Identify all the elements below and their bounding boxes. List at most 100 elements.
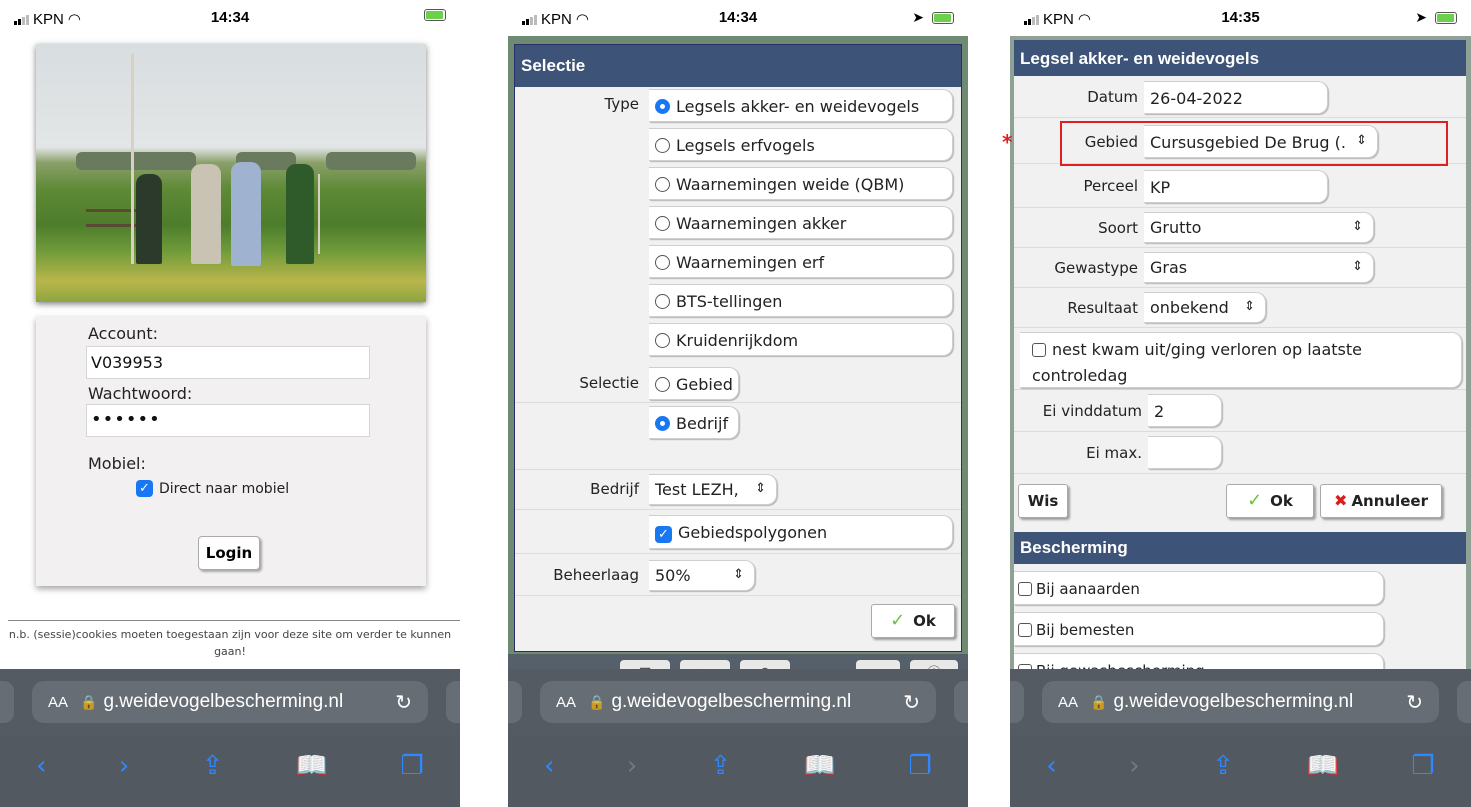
- forward-icon[interactable]: ›: [1129, 751, 1139, 781]
- type-option-0[interactable]: Legsels akker- en weidevogels: [649, 89, 953, 122]
- back-icon[interactable]: ‹: [1046, 751, 1056, 781]
- browser-address-bar: AA 🔒 g.weidevogelbescherming.nl ↻: [1010, 669, 1471, 735]
- reader-aa-button[interactable]: AA: [556, 694, 576, 711]
- status-bar: KPN ◠ 14:34 ➤: [508, 0, 968, 36]
- selectie-option-gebied[interactable]: Gebied: [649, 367, 739, 400]
- radio-selected-icon[interactable]: [655, 416, 670, 431]
- type-option-1[interactable]: Legsels erfvogels: [649, 128, 953, 161]
- checkbox-icon[interactable]: [1018, 623, 1032, 637]
- reload-icon[interactable]: ↻: [903, 690, 920, 715]
- battery-icon: [424, 9, 446, 21]
- bookmarks-icon[interactable]: 📖: [804, 751, 836, 781]
- soort-select[interactable]: Grutto ⇕: [1144, 212, 1374, 243]
- radio-icon[interactable]: [655, 177, 670, 192]
- bescherming-option-0[interactable]: Bij aanaarden: [1014, 571, 1384, 605]
- password-label: Wachtwoord:: [88, 384, 193, 403]
- url-field[interactable]: AA 🔒 g.weidevogelbescherming.nl ↻: [1042, 681, 1439, 723]
- password-input[interactable]: ••••••: [86, 404, 370, 437]
- perceel-input[interactable]: KP: [1144, 170, 1328, 203]
- checkbox-checked-icon[interactable]: ✓: [655, 526, 672, 543]
- account-label: Account:: [88, 324, 158, 343]
- tabs-icon[interactable]: ❐: [908, 751, 931, 781]
- reload-icon[interactable]: ↻: [1406, 690, 1423, 715]
- cross-icon: ✖: [1334, 491, 1348, 510]
- gebiedspolygonen-option[interactable]: ✓ Gebiedspolygonen: [649, 515, 953, 549]
- type-option-2[interactable]: Waarnemingen weide (QBM): [649, 167, 953, 200]
- location-icon: ➤: [1415, 9, 1427, 25]
- bookmarks-icon[interactable]: 📖: [296, 751, 328, 781]
- back-icon[interactable]: ‹: [544, 751, 554, 781]
- selectie-option-bedrijf[interactable]: Bedrijf: [649, 406, 739, 439]
- url-text: g.weidevogelbescherming.nl: [103, 691, 344, 712]
- location-icon: ➤: [912, 9, 924, 25]
- lock-icon: 🔒: [80, 693, 98, 710]
- clock: 14:34: [718, 9, 758, 26]
- type-option-5[interactable]: BTS-tellingen: [649, 284, 953, 317]
- soort-label: Soort: [1098, 219, 1138, 237]
- radio-icon[interactable]: [655, 377, 670, 392]
- gebiedspolygonen-row: ✓ Gebiedspolygonen: [515, 510, 961, 554]
- browser-address-bar: AA 🔒 g.weidevogelbescherming.nl ↻: [0, 669, 460, 735]
- nest-option[interactable]: nest kwam uit/ging verloren op laatste c…: [1020, 332, 1462, 388]
- resultaat-select[interactable]: onbekend ⇕: [1144, 292, 1266, 323]
- perceel-label: Perceel: [1083, 177, 1138, 195]
- bescherming-option-1[interactable]: Bij bemesten: [1014, 612, 1384, 646]
- tabs-icon[interactable]: ❐: [400, 751, 423, 781]
- reload-icon[interactable]: ↻: [395, 690, 412, 715]
- select-arrows-icon: ⇕: [1352, 259, 1363, 274]
- battery-icon: [932, 11, 954, 24]
- radio-icon[interactable]: [655, 138, 670, 153]
- lock-icon: 🔒: [1090, 693, 1108, 710]
- type-option-4[interactable]: Waarnemingen erf: [649, 245, 953, 278]
- radio-selected-icon[interactable]: [655, 99, 670, 114]
- radio-icon[interactable]: [655, 255, 670, 270]
- url-field[interactable]: AA 🔒 g.weidevogelbescherming.nl ↻: [540, 681, 936, 723]
- login-button[interactable]: Login: [198, 536, 260, 570]
- share-icon[interactable]: ⇪: [202, 751, 224, 781]
- bedrijf-label: Bedrijf: [590, 480, 639, 498]
- battery-icon: [1435, 11, 1457, 24]
- checkbox-checked-icon[interactable]: ✓: [136, 480, 153, 497]
- annuleer-button[interactable]: ✖ Annuleer: [1320, 484, 1442, 518]
- browser-toolbar: ‹ › ⇪ 📖 ❐: [0, 735, 460, 807]
- select-arrows-icon: ⇕: [1244, 299, 1255, 314]
- type-option-6[interactable]: Kruidenrijkdom: [649, 323, 953, 356]
- tabs-icon[interactable]: ❐: [1411, 751, 1434, 781]
- forward-icon[interactable]: ›: [119, 751, 129, 781]
- ok-button[interactable]: ✓ Ok: [1226, 484, 1314, 518]
- checkbox-icon[interactable]: [1032, 343, 1046, 357]
- ok-button[interactable]: ✓ Ok: [871, 604, 955, 638]
- ei-max-input[interactable]: [1148, 436, 1222, 469]
- url-field[interactable]: AA 🔒 g.weidevogelbescherming.nl ↻: [32, 681, 428, 723]
- radio-icon[interactable]: [655, 333, 670, 348]
- bookmarks-icon[interactable]: 📖: [1306, 751, 1338, 781]
- resultaat-label: Resultaat: [1067, 299, 1138, 317]
- type-option-3[interactable]: Waarnemingen akker: [649, 206, 953, 239]
- reader-aa-button[interactable]: AA: [1058, 694, 1078, 711]
- datum-input[interactable]: 26-04-2022: [1144, 81, 1328, 114]
- radio-icon[interactable]: [655, 294, 670, 309]
- beheerlaag-select[interactable]: 50% ⇕: [649, 560, 755, 591]
- account-input[interactable]: V039953: [86, 346, 370, 379]
- checkbox-icon[interactable]: [1018, 582, 1032, 596]
- wis-button[interactable]: Wis: [1018, 484, 1068, 518]
- dialog-title: Selectie: [515, 45, 961, 87]
- select-arrows-icon: ⇕: [733, 567, 744, 582]
- bescherming-header: Bescherming: [1014, 532, 1466, 564]
- gewastype-select[interactable]: Gras ⇕: [1144, 252, 1374, 283]
- highlight-box: [1060, 121, 1448, 166]
- share-icon[interactable]: ⇪: [1212, 751, 1234, 781]
- cookie-note: n.b. (sessie)cookies moeten toegestaan z…: [8, 628, 452, 658]
- bedrijf-select[interactable]: Test LEZH, ⇕: [649, 474, 777, 505]
- back-icon[interactable]: ‹: [36, 751, 46, 781]
- status-bar: KPN ◠ 14:35 ➤: [1010, 0, 1471, 36]
- forward-icon[interactable]: ›: [627, 751, 637, 781]
- share-icon[interactable]: ⇪: [710, 751, 732, 781]
- direct-mobile-option[interactable]: ✓ Direct naar mobiel: [136, 480, 289, 497]
- radio-icon[interactable]: [655, 216, 670, 231]
- reader-aa-button[interactable]: AA: [48, 694, 68, 711]
- header-photo: [36, 44, 426, 302]
- ei-vinddatum-input[interactable]: 2: [1148, 394, 1222, 427]
- clock: 14:35: [1221, 9, 1260, 26]
- status-bar: KPN ◠ 14:34: [0, 0, 460, 36]
